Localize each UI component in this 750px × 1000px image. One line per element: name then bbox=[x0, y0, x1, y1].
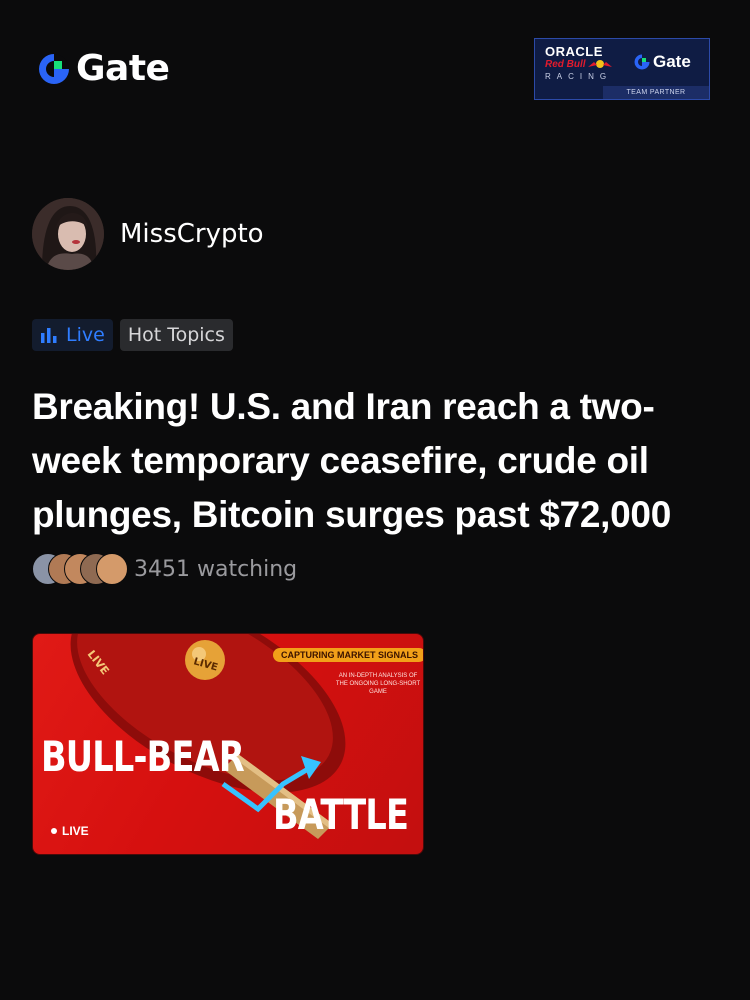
card-title-line1: BULL-BEAR bbox=[41, 732, 245, 781]
card-title-line2: BATTLE bbox=[273, 790, 409, 839]
oracle-redbull-partner-badge[interactable]: ORACLE Red Bull RACING Gate TEAM PARTNER bbox=[534, 38, 710, 100]
hot-topics-label: Hot Topics bbox=[127, 324, 225, 346]
live-tag-label: Live bbox=[66, 324, 105, 346]
author-avatar[interactable] bbox=[32, 198, 104, 270]
redbull-wordmark: Red Bull bbox=[545, 59, 586, 70]
avatar-portrait-icon bbox=[32, 198, 104, 270]
racing-wordmark: RACING bbox=[545, 72, 613, 81]
brand-name: Gate bbox=[76, 48, 170, 89]
gate-logo-icon bbox=[39, 53, 69, 84]
badge-gate-logo: Gate bbox=[633, 52, 691, 72]
gate-logo-icon bbox=[634, 54, 650, 70]
live-dot-icon bbox=[51, 828, 57, 834]
watcher-avatar bbox=[96, 553, 128, 585]
team-partner-label: TEAM PARTNER bbox=[603, 86, 709, 99]
bar-chart-icon bbox=[41, 328, 57, 343]
watchers-row: 3451 watching bbox=[32, 553, 297, 585]
live-badge-label: LIVE bbox=[62, 824, 89, 838]
watching-count: 3451 watching bbox=[134, 556, 298, 582]
tag-row: Live Hot Topics bbox=[32, 319, 233, 351]
author-name[interactable]: MissCrypto bbox=[120, 219, 264, 249]
post-headline[interactable]: Breaking! U.S. and Iran reach a two-week… bbox=[32, 380, 722, 542]
oracle-wordmark: ORACLE bbox=[545, 44, 603, 59]
capturing-signals-pill: CAPTURING MARKET SIGNALS bbox=[273, 648, 423, 662]
red-bull-icon bbox=[588, 60, 612, 68]
live-tag[interactable]: Live bbox=[32, 319, 113, 351]
hot-topics-tag[interactable]: Hot Topics bbox=[119, 319, 233, 351]
card-subtitle: AN IN-DEPTH ANALYSIS OF THE ONGOING LONG… bbox=[335, 673, 421, 695]
author-row[interactable]: MissCrypto bbox=[32, 198, 264, 270]
badge-gate-text: Gate bbox=[653, 52, 691, 71]
live-badge: LIVE bbox=[51, 824, 89, 838]
gate-logo[interactable]: Gate bbox=[36, 48, 170, 89]
watcher-avatar-stack bbox=[32, 553, 128, 585]
live-stream-card[interactable]: LIVE LIVE CAPTURING MARKET SIGNALS AN IN… bbox=[32, 633, 424, 855]
